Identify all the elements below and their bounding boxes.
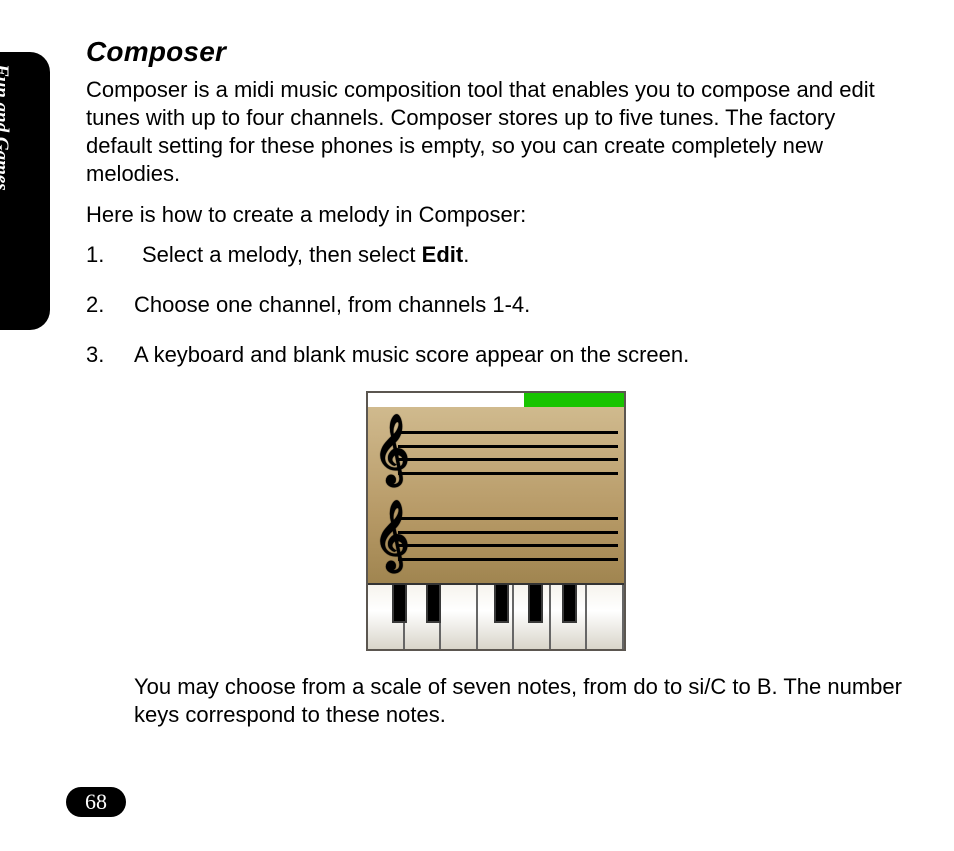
steps-list: Select a melody, then select Edit. Choos… (86, 241, 906, 369)
step-1-post: . (463, 242, 469, 267)
black-key (426, 585, 441, 623)
white-key (587, 585, 624, 649)
step-3: A keyboard and blank music score appear … (86, 341, 906, 369)
music-staff-area: 𝄞 𝄞 (368, 407, 624, 583)
step-2: Choose one channel, from channels 1-4. (86, 291, 906, 319)
section-tab-label: Fun and Games (0, 64, 12, 90)
composer-status-bar (368, 393, 624, 407)
howto-lead: Here is how to create a melody in Compos… (86, 201, 906, 229)
page-content: Composer Composer is a midi music compos… (86, 36, 906, 742)
step-1-bold: Edit (422, 242, 464, 267)
figure-wrap: 𝄞 𝄞 (86, 391, 906, 651)
composer-screen-figure: 𝄞 𝄞 (366, 391, 626, 651)
after-figure-paragraph: You may choose from a scale of seven not… (86, 673, 906, 729)
step-1: Select a melody, then select Edit. (86, 241, 906, 269)
black-key (562, 585, 577, 623)
black-key (528, 585, 543, 623)
black-key (494, 585, 509, 623)
step-1-pre: Select a melody, then select (142, 242, 422, 267)
page-number: 68 (66, 787, 126, 817)
piano-keyboard (368, 583, 624, 649)
staff-1: 𝄞 (374, 417, 618, 489)
black-key (392, 585, 407, 623)
white-key (441, 585, 478, 649)
staff-2: 𝄞 (374, 503, 618, 575)
page-title: Composer (86, 36, 906, 68)
intro-paragraph: Composer is a midi music composition too… (86, 76, 906, 189)
